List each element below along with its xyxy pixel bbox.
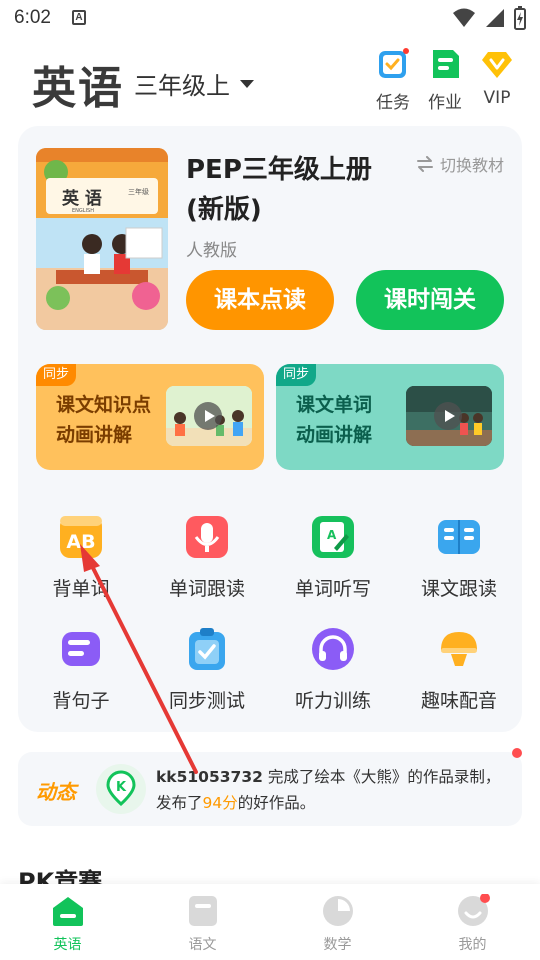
ab-letters-icon: AB bbox=[58, 514, 104, 560]
sync-tag: 同步 bbox=[36, 364, 77, 386]
bottom-tab-bar: 英语 语文 数学 我的 bbox=[0, 884, 540, 960]
cover-english: ENGLISH bbox=[72, 208, 94, 214]
open-book-icon bbox=[436, 514, 482, 560]
feature-text-follow-read[interactable]: 课文跟读 bbox=[396, 514, 522, 601]
sync-tag: 同步 bbox=[276, 364, 317, 386]
tab-label: 数学 bbox=[323, 937, 352, 953]
svg-text:K: K bbox=[116, 780, 127, 795]
book-publisher: 人教版 bbox=[186, 241, 237, 261]
feature-label: 单词听写 bbox=[294, 578, 371, 600]
video-thumbnail bbox=[406, 386, 492, 446]
wifi-icon bbox=[453, 8, 475, 27]
status-time: 6:02 bbox=[14, 7, 51, 28]
promo-text: 课文单词 动画讲解 bbox=[296, 390, 372, 450]
activity-score: 94分 bbox=[202, 794, 238, 812]
bell-dub-icon bbox=[436, 626, 482, 672]
homework-label: 作业 bbox=[428, 93, 462, 113]
feature-word-follow-read[interactable]: 单词跟读 bbox=[144, 514, 270, 601]
chinese-book-icon bbox=[186, 894, 220, 928]
homework-button[interactable]: 作业 bbox=[420, 48, 470, 113]
feature-memorize-sentences[interactable]: 背句子 bbox=[18, 626, 144, 713]
location-k-icon: K bbox=[106, 770, 136, 807]
new-activity-badge bbox=[512, 748, 522, 758]
textbook-read-button[interactable]: 课本点读 bbox=[186, 270, 334, 330]
pencil-a-icon: A bbox=[310, 514, 356, 560]
profile-icon bbox=[456, 893, 490, 928]
video-thumbnail bbox=[166, 386, 252, 446]
home-icon bbox=[51, 894, 85, 928]
feature-label: 背句子 bbox=[52, 690, 110, 712]
vip-button[interactable]: VIP bbox=[472, 48, 522, 108]
task-label: 任务 bbox=[376, 93, 410, 113]
promo-text: 课文知识点 动画讲解 bbox=[56, 390, 151, 450]
feature-label: 听力训练 bbox=[294, 690, 371, 712]
feature-label: 单词跟读 bbox=[168, 578, 245, 600]
tab-label: 语文 bbox=[188, 937, 217, 953]
tab-math[interactable]: 数学 bbox=[270, 894, 405, 954]
grade-label: 三年级上 bbox=[134, 72, 230, 100]
feature-label: 趣味配音 bbox=[420, 690, 497, 712]
math-icon bbox=[321, 894, 355, 928]
feature-word-dictation[interactable]: A 单词听写 bbox=[270, 514, 396, 601]
switch-textbook-button[interactable]: 切换教材 bbox=[416, 152, 504, 176]
feature-fun-dubbing[interactable]: 趣味配音 bbox=[396, 626, 522, 713]
task-button[interactable]: 任务 bbox=[368, 48, 418, 113]
task-icon bbox=[377, 48, 409, 80]
avatar: K bbox=[96, 764, 146, 814]
promo-line2: 动画讲解 bbox=[56, 424, 133, 446]
grade-selector[interactable]: 三年级上 bbox=[134, 66, 254, 101]
lesson-challenge-button[interactable]: 课时闯关 bbox=[356, 270, 504, 330]
svg-text:A: A bbox=[327, 528, 337, 542]
feature-listening-training[interactable]: 听力训练 bbox=[270, 626, 396, 713]
book-cover[interactable]: 英 语 ENGLISH 三年级 bbox=[36, 148, 168, 330]
svg-text:AB: AB bbox=[66, 531, 95, 553]
cover-grade: 三年级 bbox=[128, 187, 149, 196]
clipboard-check-icon bbox=[184, 626, 230, 672]
play-icon bbox=[194, 402, 222, 430]
tab-label: 英语 bbox=[53, 937, 82, 953]
microphone-icon bbox=[184, 514, 230, 560]
cover-title: 英 语 bbox=[62, 188, 102, 209]
subject-title: 英语 bbox=[32, 63, 124, 114]
signal-icon bbox=[486, 9, 504, 27]
tab-chinese[interactable]: 语文 bbox=[135, 894, 270, 954]
promo-line2: 动画讲解 bbox=[296, 424, 373, 446]
status-icons bbox=[452, 6, 526, 30]
book-title: PEP三年级上册(新版) bbox=[186, 155, 372, 225]
feature-memorize-words[interactable]: AB 背单词 bbox=[18, 514, 144, 601]
headphones-icon bbox=[310, 626, 356, 672]
activity-title: 动态 bbox=[36, 780, 76, 804]
vip-diamond-icon bbox=[481, 48, 513, 80]
tab-profile[interactable]: 我的 bbox=[405, 893, 540, 954]
battery-icon bbox=[514, 6, 526, 30]
activity-text: kk51053732 完成了绘本《大熊》的作品录制，发布了94分的好作品。 bbox=[156, 764, 506, 816]
status-bar: 6:02 A bbox=[0, 0, 540, 38]
promo-word-animation[interactable]: 同步 课文单词 动画讲解 bbox=[276, 364, 504, 470]
vip-label: VIP bbox=[483, 88, 511, 108]
tab-label: 我的 bbox=[458, 937, 487, 953]
activity-user: kk51053732 bbox=[156, 768, 263, 786]
promo-knowledge-animation[interactable]: 同步 课文知识点 动画讲解 bbox=[36, 364, 264, 470]
chevron-down-icon bbox=[240, 79, 254, 88]
swap-icon bbox=[416, 156, 433, 172]
promo-line1: 课文知识点 bbox=[56, 394, 152, 416]
homework-icon bbox=[429, 48, 461, 80]
activity-text-after: 的好作品。 bbox=[237, 794, 316, 812]
tab-english[interactable]: 英语 bbox=[0, 894, 135, 954]
feature-sync-test[interactable]: 同步测试 bbox=[144, 626, 270, 713]
activity-feed[interactable]: 动态 K kk51053732 完成了绘本《大熊》的作品录制，发布了94分的好作… bbox=[18, 748, 522, 826]
feature-label: 背单词 bbox=[52, 578, 110, 600]
feature-label: 同步测试 bbox=[168, 690, 245, 712]
book-cover-illustration: 英 语 ENGLISH 三年级 bbox=[36, 148, 168, 330]
notification-a-icon: A bbox=[72, 10, 86, 25]
switch-textbook-label: 切换教材 bbox=[439, 156, 504, 175]
promo-line1: 课文单词 bbox=[296, 394, 373, 416]
feature-label: 课文跟读 bbox=[420, 578, 497, 600]
play-icon bbox=[434, 402, 462, 430]
sentence-card-icon bbox=[58, 626, 104, 672]
textbook-card: 英 语 ENGLISH 三年级 PEP三年级上册(新版) 人教版 切换教材 课本… bbox=[18, 126, 522, 732]
